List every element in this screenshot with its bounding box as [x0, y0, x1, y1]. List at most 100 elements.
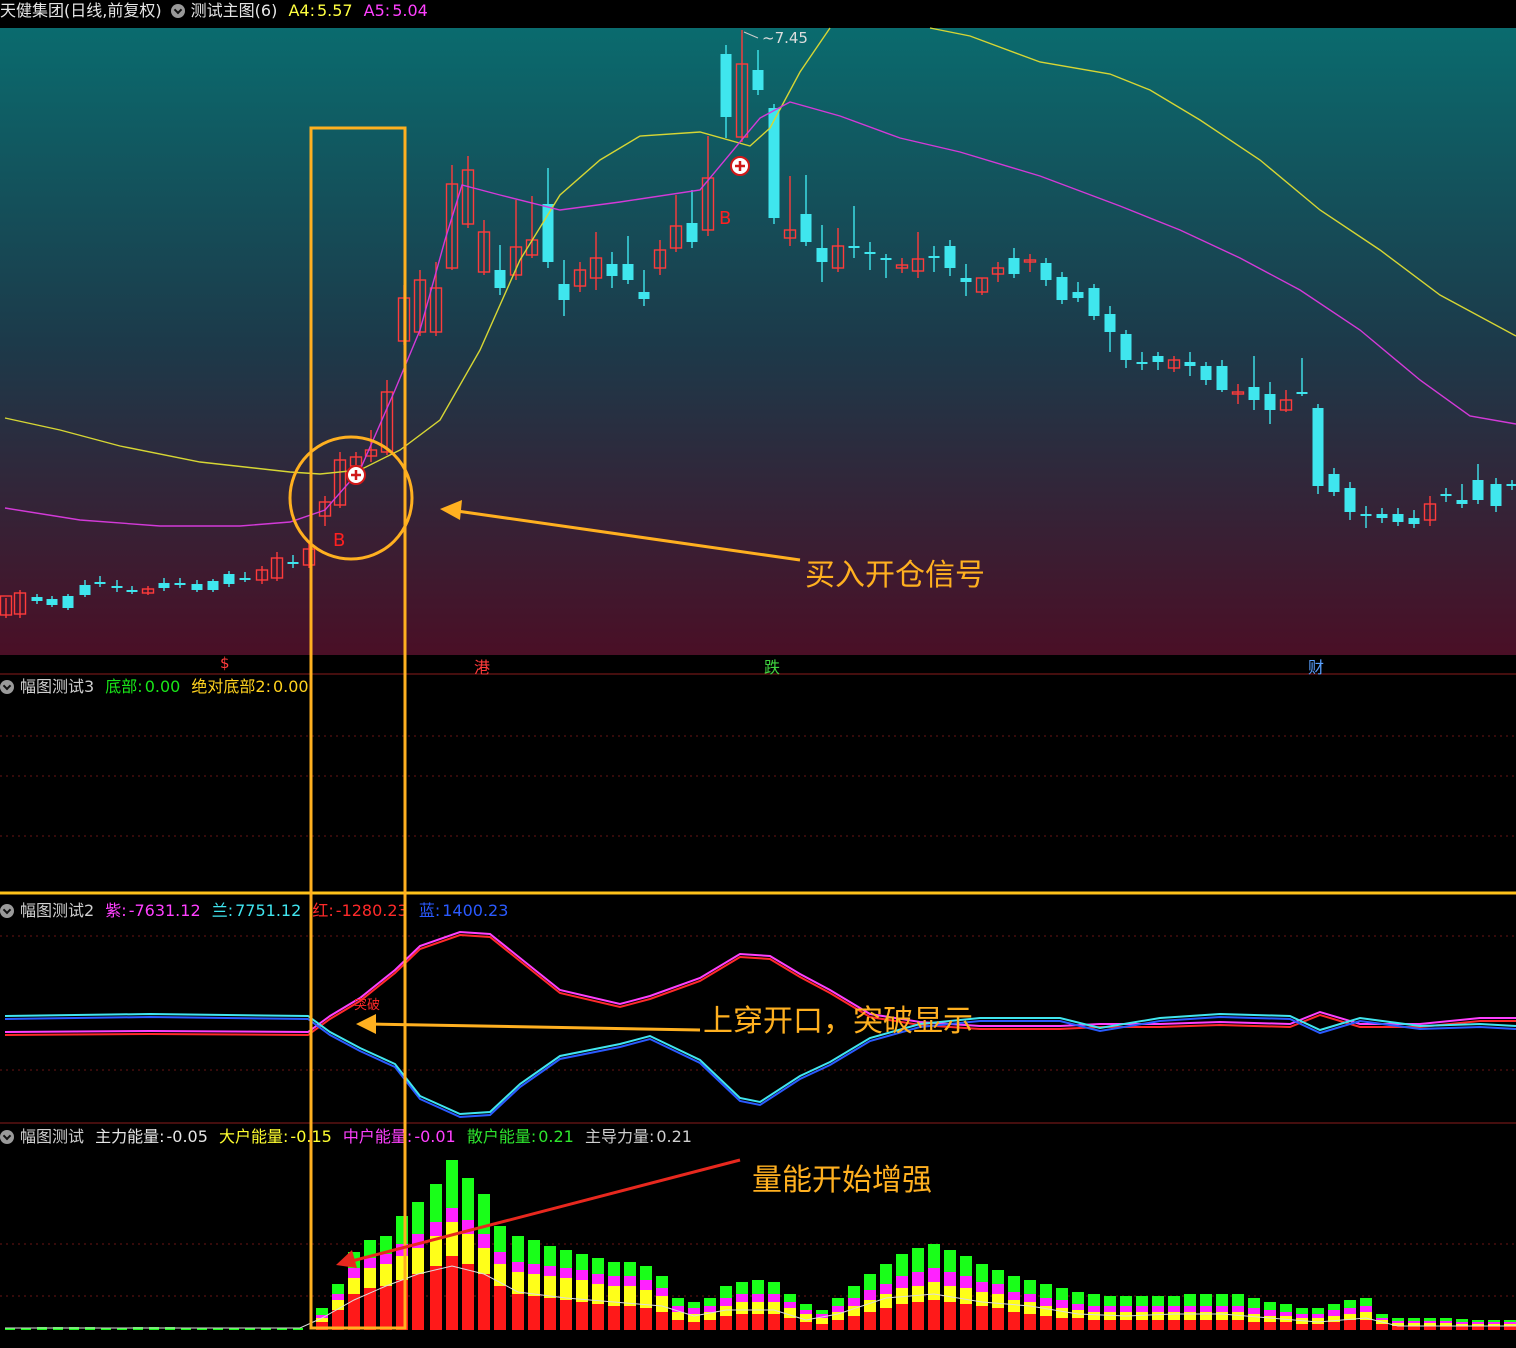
- energy-bar-yellow: [1168, 1312, 1180, 1320]
- event-marker-gang[interactable]: 港: [474, 654, 490, 678]
- energy-bar-green: [976, 1264, 988, 1282]
- energy-bar-green: [1360, 1298, 1372, 1306]
- main-header: 天健集团(日线,前复权) 测试主图(6) A4: 5.57 A5: 5.04: [0, 0, 434, 22]
- energy-bar-green: [608, 1262, 620, 1276]
- lead-force-label: 主导力量:: [584, 1127, 655, 1146]
- retail-energy-value: 0.21: [538, 1127, 574, 1146]
- energy-bar-magenta: [928, 1268, 940, 1282]
- energy-bar-magenta: [1056, 1300, 1068, 1308]
- red-value: -1280.23: [335, 901, 408, 920]
- energy-bar-magenta: [912, 1272, 924, 1286]
- annotation-volume-up: 量能开始增强: [752, 1163, 932, 1198]
- energy-bar-red: [1392, 1326, 1404, 1330]
- energy-bar-red: [944, 1302, 956, 1330]
- candle-body: [960, 278, 972, 282]
- energy-bar-magenta: [704, 1306, 716, 1312]
- candle-body: [46, 599, 58, 605]
- candle-body: [494, 270, 506, 288]
- candlestick-chart[interactable]: B B ~7.45: [0, 0, 1516, 675]
- event-marker-die[interactable]: 跌: [764, 654, 780, 678]
- candle-body: [816, 248, 828, 262]
- energy-bar-green: [688, 1302, 700, 1308]
- energy-bar-yellow: [380, 1264, 392, 1286]
- a4-value: 5.57: [316, 1, 353, 20]
- energy-bar-yellow: [768, 1302, 780, 1314]
- candle-body: [239, 578, 251, 580]
- energy-bar-magenta: [332, 1294, 344, 1300]
- energy-bar-green: [1248, 1298, 1260, 1308]
- energy-bar-green: [640, 1266, 652, 1280]
- energy-bar-green: [1152, 1296, 1164, 1306]
- candle-body: [94, 582, 106, 584]
- event-marker-dollar[interactable]: $: [220, 654, 230, 672]
- energy-bar-red: [430, 1266, 442, 1330]
- stock-title: 天健集团(日线,前复权): [0, 1, 162, 20]
- energy-bar-magenta: [896, 1276, 908, 1288]
- energy-bar-red: [864, 1312, 876, 1330]
- energy-bar-yellow: [430, 1236, 442, 1266]
- candle-body: [622, 264, 634, 280]
- energy-bar-green: [512, 1236, 524, 1262]
- energy-bar-magenta: [1104, 1306, 1116, 1312]
- energy-bar-green: [560, 1250, 572, 1268]
- candle-body: [1104, 314, 1116, 332]
- candle-body: [1344, 488, 1356, 512]
- candle-body: [720, 54, 732, 117]
- candle-body: [542, 204, 554, 262]
- energy-bar-green: [462, 1178, 474, 1220]
- energy-bar-magenta: [1328, 1310, 1340, 1316]
- indicator-name: 测试主图(6): [190, 1, 278, 20]
- abs-bottom-value: 0.00: [272, 677, 309, 696]
- energy-bar-green: [364, 1240, 376, 1258]
- energy-bar-green: [992, 1270, 1004, 1284]
- energy-bar-red: [1472, 1326, 1484, 1330]
- collapse-icon[interactable]: [0, 1130, 14, 1144]
- candle-body: [1490, 484, 1502, 506]
- energy-bar-red: [816, 1324, 828, 1330]
- energy-bar-magenta: [848, 1298, 860, 1306]
- energy-bar-green: [446, 1160, 458, 1208]
- energy-bar-magenta: [1360, 1306, 1372, 1312]
- energy-bar-red: [1024, 1314, 1036, 1330]
- energy-bar-yellow: [656, 1296, 668, 1312]
- energy-bar-red: [656, 1312, 668, 1330]
- energy-bar-red: [560, 1300, 572, 1330]
- energy-bar-green: [332, 1284, 344, 1294]
- energy-bar-yellow: [396, 1256, 408, 1280]
- energy-bar-yellow: [1184, 1312, 1196, 1320]
- panel1-header: 幅图测试 主力能量: -0.05 大户能量: -0.15 中户能量: -0.01 散户…: [0, 1126, 698, 1148]
- energy-bar-magenta: [1088, 1306, 1100, 1312]
- energy-bar-magenta: [960, 1276, 972, 1288]
- energy-bar-magenta: [1008, 1292, 1020, 1300]
- buy-mark-b: B: [333, 530, 345, 551]
- candle-body: [1456, 500, 1468, 504]
- energy-bar-magenta: [800, 1310, 812, 1314]
- event-marker-cai[interactable]: 财: [1308, 654, 1324, 678]
- collapse-icon[interactable]: [0, 904, 14, 918]
- collapse-icon[interactable]: [170, 4, 185, 18]
- energy-bar-magenta: [720, 1298, 732, 1306]
- energy-bar-green: [864, 1274, 876, 1290]
- energy-bar-magenta: [1440, 1321, 1452, 1323]
- annotation-buy-signal: 买入开仓信号: [805, 558, 985, 593]
- candle-body: [31, 597, 43, 601]
- energy-bar-red: [960, 1304, 972, 1330]
- energy-bar-magenta: [608, 1276, 620, 1286]
- cyan-value: 7751.12: [235, 901, 302, 920]
- energy-bar-yellow: [608, 1286, 620, 1306]
- energy-bar-green: [816, 1310, 828, 1314]
- energy-bar-green: [768, 1282, 780, 1294]
- collapse-icon[interactable]: [0, 680, 14, 694]
- energy-bar-magenta: [494, 1252, 506, 1264]
- energy-bar-red: [704, 1320, 716, 1330]
- energy-bar-green: [960, 1256, 972, 1276]
- energy-bar-green: [1376, 1314, 1388, 1318]
- purple-label: 紫:: [105, 901, 127, 920]
- candle-body: [638, 292, 650, 299]
- energy-bar-magenta: [478, 1234, 490, 1248]
- energy-bar-red: [1376, 1324, 1388, 1330]
- energy-bar-yellow: [672, 1312, 684, 1320]
- energy-bar-green: [704, 1298, 716, 1306]
- energy-bar-magenta: [1216, 1306, 1228, 1312]
- energy-bar-red: [1072, 1318, 1084, 1330]
